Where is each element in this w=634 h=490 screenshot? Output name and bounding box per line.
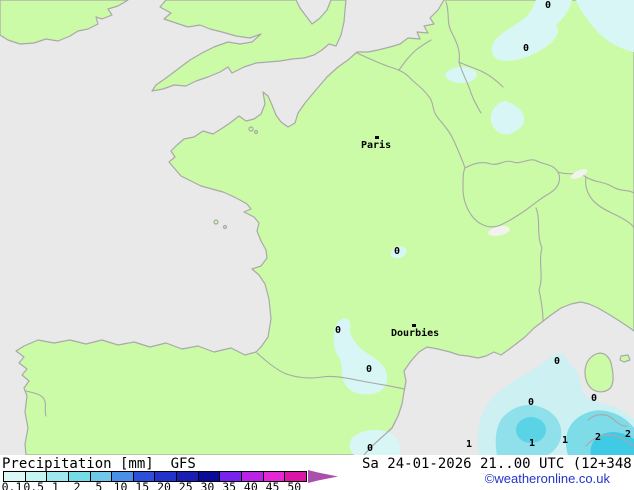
colorbar-tick-label: 25 [178,480,193,490]
legend-bar: Precipitation [mm] GFS 0.1 0.5 1 2 5 10 15 20 25… [0,455,634,490]
precip-value-marker: 0 [591,393,598,404]
precip-value-marker: 0 [523,43,530,54]
precip-value-marker: 0 [394,246,401,257]
precip-value-marker: 0 [335,325,342,336]
coastline-corsica [584,352,614,393]
colorbar-ticks: 0.1 0.5 1 2 5 10 15 20 25 30 35 40 45 50 [1,480,333,490]
weather-map-page: Paris Dourbies 00000010001122 Precipitati… [0,0,634,490]
precip-value-marker: 0 [366,364,373,375]
colorbar-tick-label: 40 [243,480,258,490]
island-channel [248,126,254,132]
copyright-link[interactable]: ©weatheronline.co.uk [485,472,610,486]
colorbar-tick-label: 35 [222,480,237,490]
island-small [222,224,228,230]
city-label-dourbies: Dourbies [391,328,440,339]
precip-value-marker: 2 [595,432,602,443]
precip-value-marker: 0 [367,443,374,454]
forecast-timestamp: Sa 24-01-2026 21..00 UTC (12+348) [362,456,634,472]
precip-value-marker: 0 [528,397,535,408]
precip-value-marker: 2 [625,429,632,440]
city-dot-paris [375,136,379,139]
precip-value-marker: 0 [554,356,561,367]
colorbar-tick-label: 30 [200,480,215,490]
precip-value-marker: 0 [545,0,552,11]
colorbar-tick-label: 2 [73,480,81,490]
city-dot-dourbies [412,324,416,327]
colorbar-tick-label: 45 [265,480,280,490]
colorbar-tick-label: 0.1 [1,480,23,490]
island-elba [619,354,631,363]
island-belle-ile [213,219,219,225]
colorbar-tick-label: 5 [95,480,103,490]
colorbar-tick-label: 15 [135,480,150,490]
island-channel-2 [253,129,259,135]
precip-value-marker: 1 [562,435,569,446]
colorbar-tick-label: 50 [287,480,302,490]
precip-value-marker: 1 [466,439,473,450]
colorbar-tick-label: 1 [51,480,59,490]
colorbar-tick-label: 0.5 [23,480,45,490]
map-area[interactable]: Paris Dourbies 0 0 0 0 0 0 1 0 0 0 1 1 2 2 [0,0,634,455]
legend-title: Precipitation [mm] GFS [2,456,196,472]
colorbar-tick-label: 10 [113,480,128,490]
precip-value-marker: 1 [529,438,536,449]
france-precipitation-map [0,0,634,455]
city-label-paris: Paris [361,140,392,151]
colorbar-tick-label: 20 [157,480,171,490]
